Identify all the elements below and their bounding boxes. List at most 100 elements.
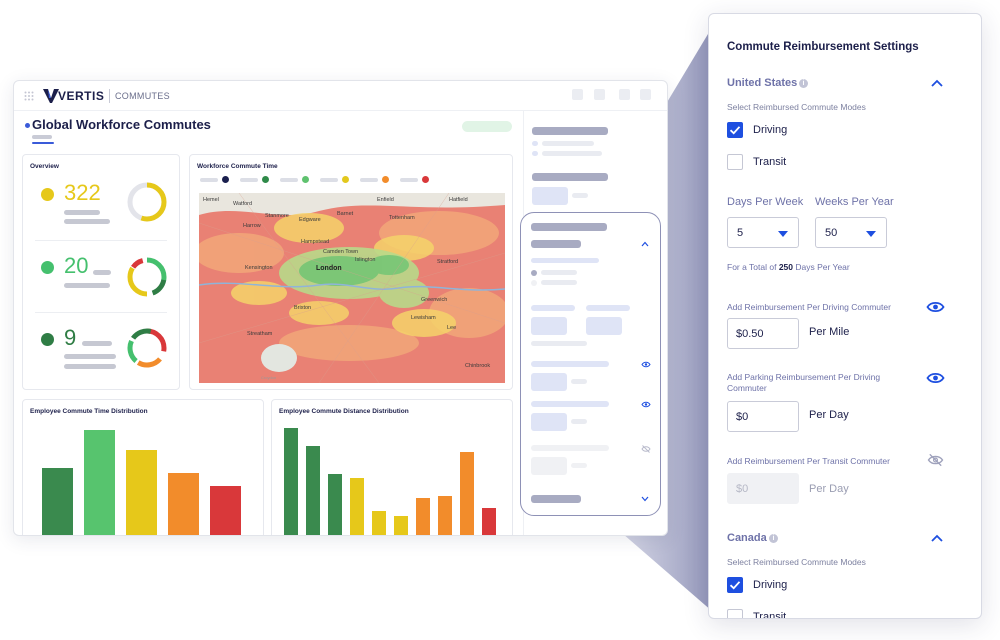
map-place-label: Edgware [299, 217, 321, 223]
brand-name: VERTIS [58, 89, 105, 103]
driving-rate-input[interactable]: $0.50 [727, 318, 799, 349]
map-place-label: Kensington [245, 265, 273, 271]
driving-checkbox[interactable] [727, 122, 743, 138]
placeholder-bar [531, 495, 581, 503]
status-pill[interactable] [462, 121, 512, 132]
toolbar-button[interactable] [619, 89, 630, 100]
commute-heatmap[interactable]: Watford Enfield Hatfield Hemel Barnet Ha… [199, 193, 505, 383]
chevron-up-icon[interactable] [930, 533, 944, 543]
canada-transit-checkbox[interactable] [727, 609, 743, 618]
weeks-per-year-label: Weeks Per Year [815, 196, 894, 208]
transit-label: Transit [753, 156, 787, 168]
map-place-label: Chinbrook [465, 363, 491, 369]
map-place-label: Stratford [437, 259, 459, 265]
brand-divider [109, 89, 110, 103]
placeholder-bar [531, 401, 609, 407]
placeholder-bar [64, 364, 116, 369]
placeholder-bar [541, 270, 577, 275]
total-days-value: 250 [778, 262, 794, 272]
placeholder-bar [571, 419, 587, 424]
chart-bar[interactable] [284, 428, 298, 535]
chart-bar[interactable] [416, 498, 430, 535]
eye-off-icon[interactable] [641, 445, 651, 453]
transit-checkbox[interactable] [727, 154, 743, 170]
canada-driving-label: Driving [753, 579, 788, 591]
legend-swatch [222, 176, 229, 183]
eye-icon[interactable] [641, 401, 651, 408]
placeholder-bar [531, 373, 567, 391]
overview-value: 9 [64, 325, 77, 350]
placeholder-bar [531, 223, 607, 231]
transit-rate-value: $0 [736, 483, 749, 495]
driving-rate-label: Add Reimbursement Per Driving Commuter [727, 302, 891, 312]
toolbar-button[interactable] [572, 89, 583, 100]
legend-swatch [302, 176, 309, 183]
chart-bar[interactable] [460, 452, 474, 535]
info-icon[interactable]: i [799, 79, 808, 88]
eye-icon[interactable] [641, 361, 651, 368]
days-per-week-select[interactable]: 5 [727, 217, 799, 248]
eye-icon[interactable] [926, 300, 945, 314]
placeholder-bar [64, 354, 116, 359]
chart-bar[interactable] [306, 446, 320, 535]
chevron-down-icon[interactable] [641, 496, 649, 502]
map-place-label: Hatfield [449, 197, 468, 203]
country-canada-label: Canada [727, 532, 767, 544]
status-dot [41, 188, 54, 201]
row-divider [35, 240, 167, 241]
placeholder-bar [531, 457, 567, 475]
chevron-up-icon[interactable] [930, 78, 944, 88]
placeholder-bar [542, 151, 602, 156]
placeholder-bar [542, 141, 594, 146]
weeks-per-year-select[interactable]: 50 [815, 217, 887, 248]
chart-bar[interactable] [394, 516, 408, 535]
status-dot [41, 261, 54, 274]
chart-bar[interactable] [438, 496, 452, 535]
chart-bar[interactable] [210, 486, 241, 535]
placeholder-bar [82, 341, 112, 346]
placeholder-bar [532, 141, 538, 146]
commute-time-map-card: Workforce Commute Time Watford Enfield H… [189, 154, 513, 390]
map-place-label: Stanmore [265, 213, 289, 219]
map-place-label: Greenwich [421, 297, 448, 303]
chart-bar[interactable] [328, 474, 342, 535]
map-place-label: Hampstead [301, 239, 330, 245]
map-place-label: Enfield [377, 197, 394, 203]
canada-driving-checkbox[interactable] [727, 577, 743, 593]
map-place-label: Barnet [337, 211, 354, 217]
parking-rate-input[interactable]: $0 [727, 401, 799, 432]
chart-bar[interactable] [482, 508, 496, 535]
eye-icon[interactable] [926, 371, 945, 385]
map-place-label: Tottenham [389, 215, 415, 221]
legend-label-placeholder [280, 178, 298, 182]
ring-chart [127, 328, 167, 368]
overview-card: Overview 322 20 9 [22, 154, 180, 390]
chart-bar[interactable] [126, 450, 157, 535]
chart-bar[interactable] [42, 468, 73, 535]
top-bar: VERTIS COMMUTES [14, 81, 667, 111]
transit-rate-input[interactable]: $0 [727, 473, 799, 504]
chart-bar[interactable] [168, 473, 199, 535]
subtitle-placeholder [32, 135, 52, 139]
legend-label-placeholder [360, 178, 378, 182]
eye-off-icon[interactable] [926, 453, 945, 467]
placeholder-bar [531, 270, 537, 276]
parking-rate-value: $0 [736, 411, 749, 423]
checkmark-icon [729, 126, 741, 135]
toolbar-button[interactable] [594, 89, 605, 100]
chart-bar[interactable] [84, 430, 115, 535]
chevron-up-icon[interactable] [641, 241, 649, 247]
legend-label-placeholder [320, 178, 338, 182]
caret-down-icon [866, 231, 876, 237]
apps-grid-icon[interactable] [24, 91, 34, 101]
checkmark-icon [729, 581, 741, 590]
weeks-per-year-value: 50 [825, 227, 838, 239]
commute-time-chart-card: Employee Commute Time Distribution [22, 399, 264, 535]
chart-bar[interactable] [350, 478, 364, 535]
placeholder-bar [531, 240, 581, 248]
transit-rate-unit: Per Day [809, 483, 849, 495]
overview-value: 20 [64, 253, 89, 278]
toolbar-button[interactable] [640, 89, 651, 100]
chart-bar[interactable] [372, 511, 386, 535]
info-icon[interactable]: i [769, 534, 778, 543]
